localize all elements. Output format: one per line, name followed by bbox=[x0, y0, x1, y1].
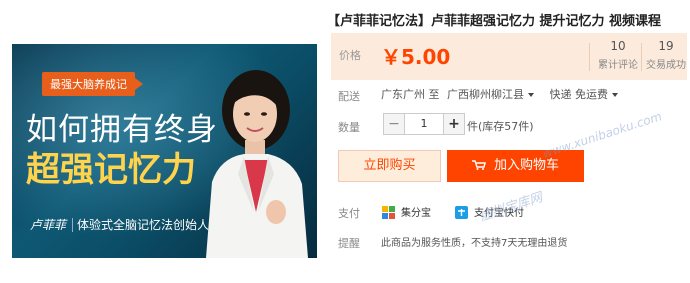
destination-dropdown-icon[interactable] bbox=[528, 93, 534, 97]
method-dropdown-icon[interactable] bbox=[612, 93, 618, 97]
payment-method1-label: 集分宝 bbox=[401, 208, 431, 219]
price-label: 价格 bbox=[339, 49, 361, 62]
product-main-image[interactable]: 最强大脑养成记 如何拥有终身 超强记忆力 卢菲菲 体验式全脑记忆法创始人 bbox=[12, 44, 317, 258]
presenter-portrait bbox=[206, 70, 308, 258]
banner-footer: 卢菲菲 体验式全脑记忆法创始人 bbox=[30, 216, 209, 233]
watermark-url: www.xunibaoku.com bbox=[540, 109, 664, 161]
reviews-label: 累计评论 bbox=[598, 60, 638, 71]
shipping-origin: 广东广州 至 bbox=[381, 88, 440, 101]
price-divider bbox=[589, 43, 590, 71]
notice-label: 提醒 bbox=[338, 237, 360, 250]
sales-label: 交易成功 bbox=[646, 60, 686, 71]
cart-icon bbox=[471, 160, 486, 170]
shipping-label: 配送 bbox=[338, 90, 360, 103]
notice-text: 此商品为服务性质，不支持7天无理由退货 bbox=[381, 238, 568, 249]
banner-subtitle: 体验式全脑记忆法创始人 bbox=[77, 218, 210, 232]
banner-highlight: 超强记忆力 bbox=[26, 150, 196, 190]
price-panel: 价格 ￥5.00 10 累计评论 19 交易成功 bbox=[331, 33, 687, 80]
buy-now-button[interactable]: 立即购买 bbox=[338, 150, 441, 182]
alipay-icon bbox=[455, 206, 468, 219]
payment-label: 支付 bbox=[338, 207, 360, 220]
shipping-method[interactable]: 快递 免运费 bbox=[550, 88, 609, 101]
stat-divider bbox=[641, 43, 642, 71]
quantity-input[interactable]: 1 bbox=[405, 113, 443, 135]
price-value: ￥5.00 bbox=[381, 45, 451, 69]
jifenbao-icon bbox=[382, 206, 395, 219]
quantity-decrease-button[interactable]: − bbox=[383, 113, 405, 135]
quantity-increase-button[interactable]: + bbox=[443, 113, 465, 135]
banner-tag: 最强大脑养成记 bbox=[42, 72, 143, 96]
sales-stat: 19 交易成功 bbox=[643, 39, 689, 71]
add-to-cart-label: 加入购物车 bbox=[493, 158, 559, 173]
shipping-destination[interactable]: 广西柳州柳江县 bbox=[447, 88, 524, 101]
stock-info: 件(库存57件) bbox=[467, 120, 534, 133]
product-title: 【卢菲菲记忆法】卢菲菲超强记忆力 提升记忆力 视频课程 bbox=[327, 14, 662, 29]
sales-count: 19 bbox=[658, 39, 674, 53]
quantity-stepper: − 1 + bbox=[383, 113, 465, 135]
banner-author: 卢菲菲 bbox=[30, 218, 74, 232]
reviews-count: 10 bbox=[610, 39, 626, 53]
reviews-stat[interactable]: 10 累计评论 bbox=[595, 39, 641, 71]
shipping-info: 广东广州 至 广西柳州柳江县 快递 免运费 bbox=[381, 86, 624, 102]
payment-method-jifenbao[interactable]: 集分宝 bbox=[382, 204, 431, 219]
quantity-label: 数量 bbox=[338, 121, 360, 134]
